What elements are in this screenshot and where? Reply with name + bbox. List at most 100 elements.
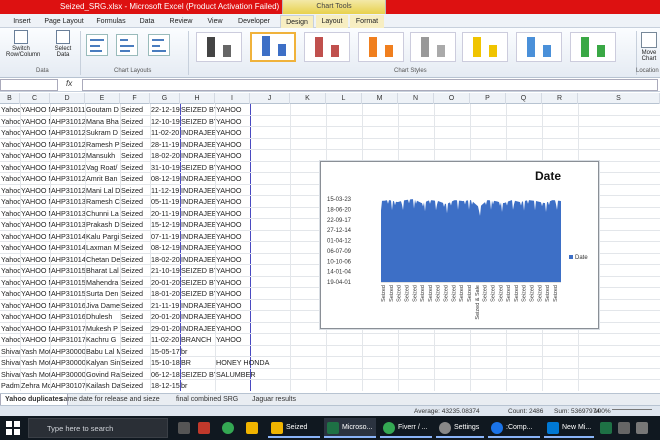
chart-style-8[interactable]: [570, 32, 616, 62]
table-cell[interactable]: Seized: [120, 323, 150, 335]
table-cell[interactable]: YAHOO: [215, 127, 285, 139]
table-cell[interactable]: AHP31016: [50, 300, 85, 312]
table-cell[interactable]: YAHOO: [215, 242, 285, 254]
table-cell[interactable]: YAHOO M: [20, 288, 50, 300]
column-header[interactable]: D: [50, 93, 85, 104]
table-cell[interactable]: 15-12-19: [150, 219, 180, 231]
tab-design[interactable]: Design: [280, 15, 314, 28]
table-cell[interactable]: Yahoo Mo: [0, 196, 20, 208]
table-cell[interactable]: AHP31017: [50, 323, 85, 335]
chart-style-5[interactable]: [410, 32, 456, 62]
table-cell[interactable]: 31-10-19: [150, 162, 180, 174]
name-box[interactable]: [0, 79, 58, 91]
table-cell[interactable]: YAHOO: [215, 139, 285, 151]
taskbar-item-new[interactable]: New Mi...: [544, 418, 594, 438]
table-cell[interactable]: Goutam D: [85, 104, 120, 116]
windows-start-icon[interactable]: [6, 421, 20, 435]
table-cell[interactable]: SEIZED BY: [180, 162, 215, 174]
table-cell[interactable]: 08-12-19: [150, 173, 180, 185]
table-cell[interactable]: AHP31015: [50, 265, 85, 277]
table-cell[interactable]: YAHOO M: [20, 139, 50, 151]
table-cell[interactable]: BRANCH: [180, 334, 215, 346]
table-cell[interactable]: Jiva Dame: [85, 300, 120, 312]
chart-style-1[interactable]: [196, 32, 242, 62]
table-cell[interactable]: 18-02-20: [150, 254, 180, 266]
table-cell[interactable]: AHP30107: [50, 380, 85, 391]
table-cell[interactable]: YAHOO: [215, 208, 285, 220]
table-cell[interactable]: Kalyan Sin: [85, 357, 120, 369]
table-cell[interactable]: AHP31012: [50, 150, 85, 162]
tab-formulas[interactable]: Formulas: [92, 15, 130, 28]
table-cell[interactable]: Vag Roat/: [85, 162, 120, 174]
table-cell[interactable]: Yahoo Mo: [0, 139, 20, 151]
table-cell[interactable]: Yahoo Mo: [0, 219, 20, 231]
task-view-icon[interactable]: [178, 422, 190, 434]
table-cell[interactable]: Mahendra: [85, 277, 120, 289]
table-cell[interactable]: YAHOO M: [20, 334, 50, 346]
table-cell[interactable]: 18-02-20: [150, 150, 180, 162]
table-cell[interactable]: AHP31013: [50, 219, 85, 231]
table-cell[interactable]: INDRAJEE: [180, 127, 215, 139]
table-cell[interactable]: Yahoo Mo: [0, 173, 20, 185]
table-cell[interactable]: 08-12-19: [150, 242, 180, 254]
table-cell[interactable]: 22-12-19: [150, 104, 180, 116]
table-cell[interactable]: Yahoo Mo: [0, 185, 20, 197]
table-cell[interactable]: Ramesh P: [85, 139, 120, 151]
table-cell[interactable]: Seized: [120, 127, 150, 139]
table-cell[interactable]: SEIZED BY: [180, 104, 215, 116]
table-cell[interactable]: Chetan De: [85, 254, 120, 266]
table-cell[interactable]: YAHOO: [215, 288, 285, 300]
table-cell[interactable]: Shivam A:: [0, 346, 20, 358]
table-cell[interactable]: SEIZED BY: [180, 369, 215, 381]
table-cell[interactable]: Seized: [120, 185, 150, 197]
tab-format[interactable]: Format: [350, 15, 384, 28]
table-cell[interactable]: YAHOO: [215, 104, 285, 116]
table-cell[interactable]: SEIZED BY: [180, 288, 215, 300]
table-cell[interactable]: Sukram D: [85, 127, 120, 139]
tab-review[interactable]: Review: [164, 15, 198, 28]
table-cell[interactable]: Mukesh P: [85, 323, 120, 335]
table-cell[interactable]: 15-05-17: [150, 346, 180, 358]
table-cell[interactable]: INDRAJEE: [180, 208, 215, 220]
table-cell[interactable]: AHP30000: [50, 357, 85, 369]
table-cell[interactable]: Seized: [120, 300, 150, 312]
column-header[interactable]: J: [250, 93, 290, 104]
table-cell[interactable]: YAHOO: [215, 150, 285, 162]
table-cell[interactable]: Yahoo Mo: [0, 231, 20, 243]
table-cell[interactable]: YAHOO M: [20, 173, 50, 185]
table-cell[interactable]: Yahoo Mo: [0, 311, 20, 323]
table-cell[interactable]: 05-11-19: [150, 196, 180, 208]
table-cell[interactable]: 21-11-19: [150, 300, 180, 312]
table-cell[interactable]: Yash Moto: [20, 357, 50, 369]
table-cell[interactable]: YAHOO M: [20, 323, 50, 335]
table-cell[interactable]: Laxman M: [85, 242, 120, 254]
chart-style-3[interactable]: [304, 32, 350, 62]
column-header[interactable]: C: [20, 93, 50, 104]
table-cell[interactable]: 21-10-19: [150, 265, 180, 277]
table-cell[interactable]: Seized: [120, 242, 150, 254]
table-cell[interactable]: AHP31012: [50, 139, 85, 151]
table-cell[interactable]: SALUMBER: [215, 369, 285, 381]
table-cell[interactable]: Dhulesh: [85, 311, 120, 323]
move-chart-button[interactable]: Move Chart: [634, 50, 660, 62]
chart-style-4[interactable]: [358, 32, 404, 62]
table-cell[interactable]: br: [180, 380, 215, 391]
table-cell[interactable]: 07-11-19: [150, 231, 180, 243]
table-cell[interactable]: Seized: [120, 139, 150, 151]
column-header[interactable]: G: [150, 93, 180, 104]
table-cell[interactable]: YAHOO M: [20, 104, 50, 116]
table-cell[interactable]: INDRAJEE: [180, 242, 215, 254]
tab-page-layout[interactable]: Page Layout: [40, 15, 88, 28]
table-cell[interactable]: Seized: [120, 173, 150, 185]
tab-layout[interactable]: Layout: [316, 15, 348, 28]
table-cell[interactable]: AHP30000: [50, 346, 85, 358]
table-cell[interactable]: 11-02-20: [150, 127, 180, 139]
date-chart[interactable]: 15-03-23 18-06-20 22-09-17 27-12-14 01-04-12…: [320, 161, 599, 329]
chart-title[interactable]: Date: [535, 169, 561, 183]
table-cell[interactable]: Seized: [120, 150, 150, 162]
column-header[interactable]: L: [326, 93, 362, 104]
table-cell[interactable]: SEIZED BY: [180, 265, 215, 277]
taskbar-item-edge[interactable]: :Comp...: [488, 418, 540, 438]
tab-data[interactable]: Data: [134, 15, 160, 28]
table-cell[interactable]: Yahoo Mo: [0, 242, 20, 254]
